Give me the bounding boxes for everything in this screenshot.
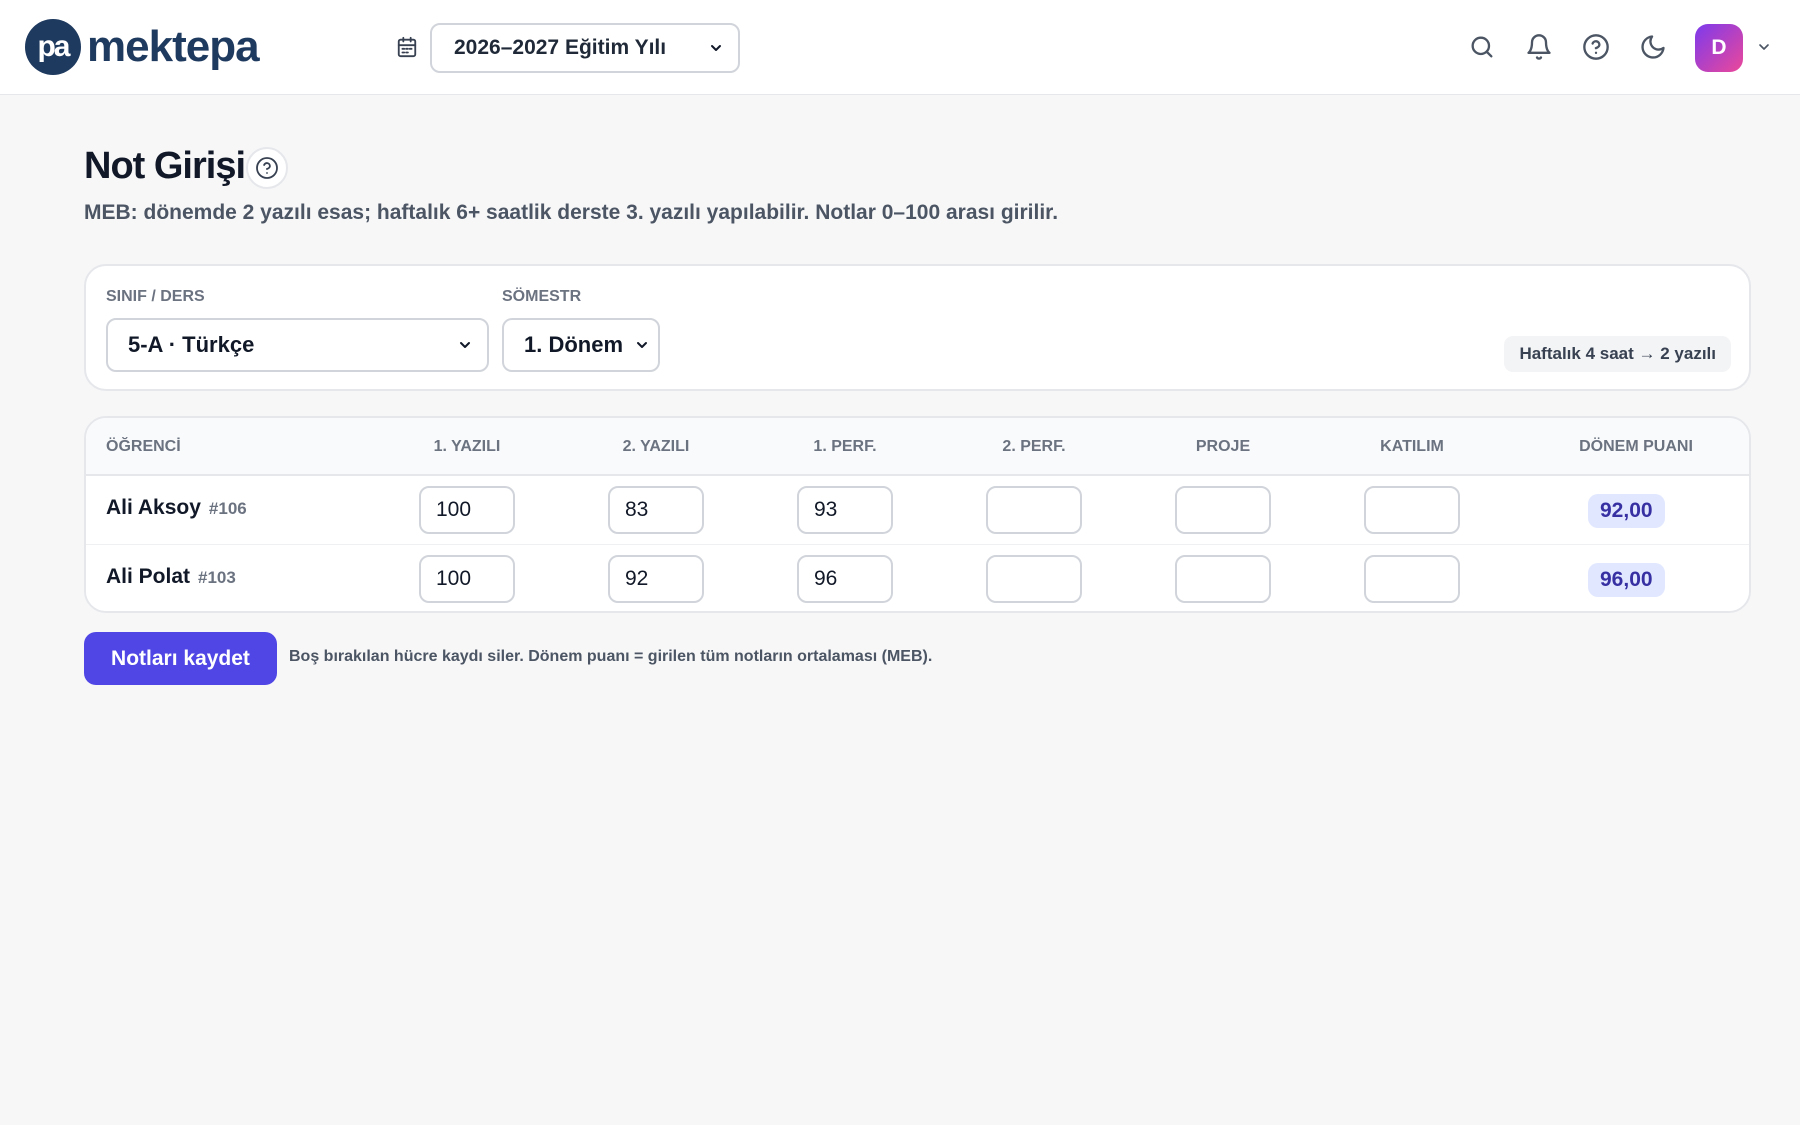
column-header-term-score: DÖNEM PUANI <box>1579 438 1693 455</box>
logo-mark: pa <box>25 19 81 75</box>
column-header-performance-2: 2. PERF. <box>1002 438 1066 455</box>
class-label: SINIF / DERS <box>106 288 205 305</box>
chevron-down-icon[interactable] <box>1756 39 1772 55</box>
bell-icon[interactable] <box>1525 33 1553 61</box>
column-header-performance-1: 1. PERF. <box>813 438 877 455</box>
grade-input-project[interactable] <box>1175 555 1271 603</box>
logo[interactable]: pa mektepa <box>25 19 260 75</box>
table-row: Ali Polat #103 96,00 <box>86 544 1749 611</box>
term-score-badge: 96,00 <box>1588 563 1665 597</box>
table-row: Ali Aksoy #106 92,00 <box>86 476 1749 544</box>
grade-input-exam-1[interactable] <box>419 486 515 534</box>
page-title: Not Girişi <box>84 145 246 187</box>
column-header-exam-1: 1. YAZILI <box>433 438 501 455</box>
weekly-hours-chip: Haftalık 4 saat → 2 yazılı <box>1504 336 1731 372</box>
moon-icon[interactable] <box>1639 33 1667 61</box>
grade-input-participation[interactable] <box>1364 486 1460 534</box>
grade-input-performance-2[interactable] <box>986 555 1082 603</box>
chevron-down-icon <box>637 342 647 348</box>
student-cell: Ali Polat #103 <box>106 565 236 589</box>
class-select-value: 5-A · Türkçe <box>128 332 255 357</box>
logo-text: mektepa <box>87 22 260 71</box>
semester-label: SÖMESTR <box>502 288 582 305</box>
column-header-student: ÖĞRENCİ <box>106 438 181 455</box>
grade-input-participation[interactable] <box>1364 555 1460 603</box>
grade-input-performance-1[interactable] <box>797 486 893 534</box>
help-circle-icon <box>256 157 278 179</box>
student-id: #106 <box>208 499 247 518</box>
academic-year-select[interactable]: 2026–2027 Eğitim Yılı <box>430 23 740 73</box>
grade-input-project[interactable] <box>1175 486 1271 534</box>
save-grades-button[interactable]: Notları kaydet <box>84 632 277 685</box>
page-help-button[interactable] <box>246 147 288 189</box>
grade-input-performance-2[interactable] <box>986 486 1082 534</box>
grade-input-exam-1[interactable] <box>419 555 515 603</box>
semester-select-value: 1. Dönem <box>524 332 624 357</box>
semester-select[interactable]: 1. Dönem <box>502 318 660 372</box>
student-cell: Ali Aksoy #106 <box>106 496 247 520</box>
term-score-badge: 92,00 <box>1588 494 1665 528</box>
chevron-down-icon <box>711 45 721 51</box>
grade-input-exam-2[interactable] <box>608 555 704 603</box>
student-name: Ali Aksoy <box>106 496 201 519</box>
grade-input-exam-2[interactable] <box>608 486 704 534</box>
academic-year-value: 2026–2027 Eğitim Yılı <box>454 36 667 59</box>
column-header-exam-2: 2. YAZILI <box>622 438 690 455</box>
help-circle-icon[interactable] <box>1582 33 1610 61</box>
grades-table: ÖĞRENCİ 1. YAZILI 2. YAZILI 1. PERF. 2. … <box>84 416 1751 613</box>
student-name: Ali Polat <box>106 565 191 588</box>
class-select[interactable]: 5-A · Türkçe <box>106 318 489 372</box>
table-header: ÖĞRENCİ 1. YAZILI 2. YAZILI 1. PERF. 2. … <box>86 418 1749 476</box>
page-subtitle: MEB: dönemde 2 yazılı esas; haftalık 6+ … <box>84 201 1059 224</box>
column-header-participation: KATILIM <box>1380 438 1444 455</box>
filter-card: SINIF / DERS 5-A · Türkçe SÖMESTR 1. Dön… <box>84 264 1751 391</box>
top-bar: pa mektepa 2026–2027 Eğitim Yılı D <box>0 0 1800 95</box>
chevron-down-icon <box>460 342 470 348</box>
calendar-icon <box>397 36 417 58</box>
grade-input-performance-1[interactable] <box>797 555 893 603</box>
column-header-project: PROJE <box>1195 438 1251 455</box>
student-id: #103 <box>198 568 236 587</box>
avatar[interactable]: D <box>1695 24 1743 72</box>
save-hint: Boş bırakılan hücre kaydı siler. Dönem p… <box>289 648 933 665</box>
search-icon[interactable] <box>1468 33 1496 61</box>
